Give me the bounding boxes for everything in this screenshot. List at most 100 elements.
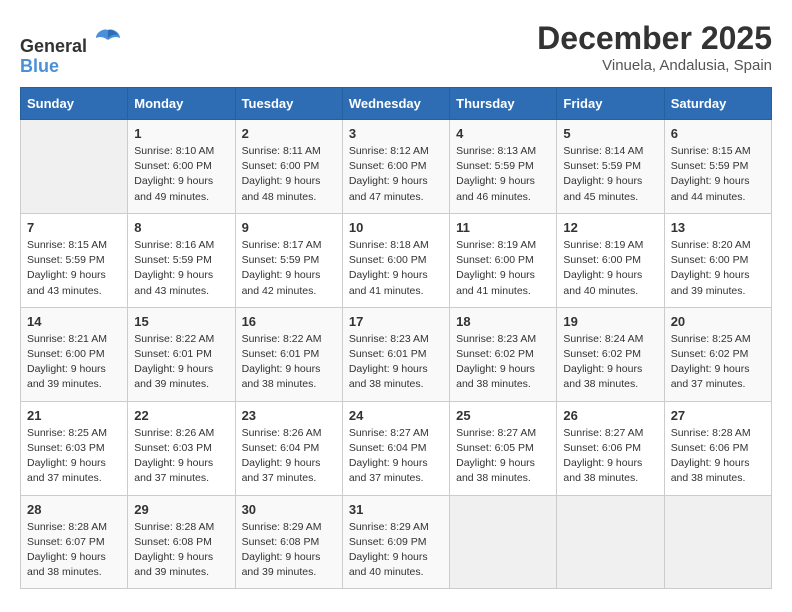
day-number: 28: [27, 502, 121, 517]
day-number: 24: [349, 408, 443, 423]
day-number: 31: [349, 502, 443, 517]
logo: General Blue: [20, 24, 122, 77]
day-number: 23: [242, 408, 336, 423]
day-info: Sunrise: 8:13 AM Sunset: 5:59 PM Dayligh…: [456, 144, 550, 205]
calendar-cell: 21 Sunrise: 8:25 AM Sunset: 6:03 PM Dayli…: [21, 401, 128, 495]
day-number: 21: [27, 408, 121, 423]
calendar-cell: 11Sunrise: 8:19 AM Sunset: 6:00 PM Dayli…: [450, 213, 557, 307]
calendar-cell: 24 Sunrise: 8:27 AM Sunset: 6:04 PM Dayli…: [342, 401, 449, 495]
calendar-cell: 22 Sunrise: 8:26 AM Sunset: 6:03 PM Dayli…: [128, 401, 235, 495]
day-info: Sunrise: 8:20 AM Sunset: 6:00 PM Dayligh…: [671, 238, 765, 299]
day-number: 26: [563, 408, 657, 423]
calendar-week-row: 1Sunrise: 8:10 AM Sunset: 6:00 PM Daylig…: [21, 120, 772, 214]
day-info: Sunrise: 8:27 AM Sunset: 6:05 PM Dayligh…: [456, 426, 550, 487]
day-info: Sunrise: 8:27 AM Sunset: 6:06 PM Dayligh…: [563, 426, 657, 487]
day-of-week-header: Monday: [128, 88, 235, 120]
day-number: 19: [563, 314, 657, 329]
day-number: 10: [349, 220, 443, 235]
calendar-week-row: 28 Sunrise: 8:28 AM Sunset: 6:07 PM Dayli…: [21, 495, 772, 589]
day-info: Sunrise: 8:29 AM Sunset: 6:09 PM Dayligh…: [349, 520, 443, 581]
day-info: Sunrise: 8:14 AM Sunset: 5:59 PM Dayligh…: [563, 144, 657, 205]
day-of-week-header: Tuesday: [235, 88, 342, 120]
calendar-table: SundayMondayTuesdayWednesdayThursdayFrid…: [20, 87, 772, 589]
day-info: Sunrise: 8:18 AM Sunset: 6:00 PM Dayligh…: [349, 238, 443, 299]
calendar-cell: 15 Sunrise: 8:22 AM Sunset: 6:01 PM Dayli…: [128, 307, 235, 401]
day-info: Sunrise: 8:28 AM Sunset: 6:06 PM Dayligh…: [671, 426, 765, 487]
day-of-week-header: Wednesday: [342, 88, 449, 120]
day-number: 12: [563, 220, 657, 235]
calendar-cell: 1Sunrise: 8:10 AM Sunset: 6:00 PM Daylig…: [128, 120, 235, 214]
calendar-cell: 4 Sunrise: 8:13 AM Sunset: 5:59 PM Daylig…: [450, 120, 557, 214]
day-number: 13: [671, 220, 765, 235]
day-info: Sunrise: 8:11 AM Sunset: 6:00 PM Dayligh…: [242, 144, 336, 205]
calendar-cell: 27 Sunrise: 8:28 AM Sunset: 6:06 PM Dayli…: [664, 401, 771, 495]
calendar-header-row: SundayMondayTuesdayWednesdayThursdayFrid…: [21, 88, 772, 120]
day-number: 5: [563, 126, 657, 141]
day-info: Sunrise: 8:28 AM Sunset: 6:07 PM Dayligh…: [27, 520, 121, 581]
calendar-week-row: 21 Sunrise: 8:25 AM Sunset: 6:03 PM Dayli…: [21, 401, 772, 495]
day-info: Sunrise: 8:19 AM Sunset: 6:00 PM Dayligh…: [563, 238, 657, 299]
day-info: Sunrise: 8:10 AM Sunset: 6:00 PM Dayligh…: [134, 144, 228, 205]
day-info: Sunrise: 8:25 AM Sunset: 6:03 PM Dayligh…: [27, 426, 121, 487]
day-number: 18: [456, 314, 550, 329]
day-info: Sunrise: 8:22 AM Sunset: 6:01 PM Dayligh…: [242, 332, 336, 393]
day-info: Sunrise: 8:26 AM Sunset: 6:03 PM Dayligh…: [134, 426, 228, 487]
calendar-week-row: 14Sunrise: 8:21 AM Sunset: 6:00 PM Dayli…: [21, 307, 772, 401]
calendar-cell: 25 Sunrise: 8:27 AM Sunset: 6:05 PM Dayli…: [450, 401, 557, 495]
calendar-cell: 29 Sunrise: 8:28 AM Sunset: 6:08 PM Dayli…: [128, 495, 235, 589]
calendar-cell: 9Sunrise: 8:17 AM Sunset: 5:59 PM Daylig…: [235, 213, 342, 307]
day-number: 7: [27, 220, 121, 235]
calendar-cell: 10 Sunrise: 8:18 AM Sunset: 6:00 PM Dayli…: [342, 213, 449, 307]
day-number: 27: [671, 408, 765, 423]
calendar-cell: 30 Sunrise: 8:29 AM Sunset: 6:08 PM Dayli…: [235, 495, 342, 589]
day-number: 30: [242, 502, 336, 517]
day-info: Sunrise: 8:27 AM Sunset: 6:04 PM Dayligh…: [349, 426, 443, 487]
calendar-cell: 12 Sunrise: 8:19 AM Sunset: 6:00 PM Dayli…: [557, 213, 664, 307]
calendar-cell: 26 Sunrise: 8:27 AM Sunset: 6:06 PM Dayli…: [557, 401, 664, 495]
logo-blue: Blue: [20, 57, 122, 77]
day-info: Sunrise: 8:25 AM Sunset: 6:02 PM Dayligh…: [671, 332, 765, 393]
day-info: Sunrise: 8:19 AM Sunset: 6:00 PM Dayligh…: [456, 238, 550, 299]
logo-text-general: General: [20, 36, 87, 56]
day-info: Sunrise: 8:21 AM Sunset: 6:00 PM Dayligh…: [27, 332, 121, 393]
logo-general: General: [20, 24, 122, 57]
calendar-cell: 23 Sunrise: 8:26 AM Sunset: 6:04 PM Dayli…: [235, 401, 342, 495]
logo-bird-icon: [94, 24, 122, 52]
day-number: 3: [349, 126, 443, 141]
calendar-cell: 16Sunrise: 8:22 AM Sunset: 6:01 PM Dayli…: [235, 307, 342, 401]
day-info: Sunrise: 8:26 AM Sunset: 6:04 PM Dayligh…: [242, 426, 336, 487]
calendar-cell: 13 Sunrise: 8:20 AM Sunset: 6:00 PM Dayli…: [664, 213, 771, 307]
day-number: 8: [134, 220, 228, 235]
day-number: 29: [134, 502, 228, 517]
day-number: 6: [671, 126, 765, 141]
day-info: Sunrise: 8:29 AM Sunset: 6:08 PM Dayligh…: [242, 520, 336, 581]
day-number: 15: [134, 314, 228, 329]
day-number: 4: [456, 126, 550, 141]
calendar-cell: 31 Sunrise: 8:29 AM Sunset: 6:09 PM Dayli…: [342, 495, 449, 589]
calendar-cell: [450, 495, 557, 589]
day-number: 17: [349, 314, 443, 329]
day-number: 22: [134, 408, 228, 423]
day-number: 25: [456, 408, 550, 423]
day-info: Sunrise: 8:16 AM Sunset: 5:59 PM Dayligh…: [134, 238, 228, 299]
calendar-cell: 8 Sunrise: 8:16 AM Sunset: 5:59 PM Daylig…: [128, 213, 235, 307]
calendar-body: 1Sunrise: 8:10 AM Sunset: 6:00 PM Daylig…: [21, 120, 772, 589]
day-number: 20: [671, 314, 765, 329]
day-of-week-header: Thursday: [450, 88, 557, 120]
calendar-cell: 7 Sunrise: 8:15 AM Sunset: 5:59 PM Daylig…: [21, 213, 128, 307]
day-of-week-header: Saturday: [664, 88, 771, 120]
month-title: December 2025: [537, 20, 772, 57]
calendar-week-row: 7 Sunrise: 8:15 AM Sunset: 5:59 PM Daylig…: [21, 213, 772, 307]
day-info: Sunrise: 8:22 AM Sunset: 6:01 PM Dayligh…: [134, 332, 228, 393]
day-info: Sunrise: 8:17 AM Sunset: 5:59 PM Dayligh…: [242, 238, 336, 299]
day-info: Sunrise: 8:24 AM Sunset: 6:02 PM Dayligh…: [563, 332, 657, 393]
day-info: Sunrise: 8:15 AM Sunset: 5:59 PM Dayligh…: [27, 238, 121, 299]
calendar-cell: 18Sunrise: 8:23 AM Sunset: 6:02 PM Dayli…: [450, 307, 557, 401]
calendar-cell: 14Sunrise: 8:21 AM Sunset: 6:00 PM Dayli…: [21, 307, 128, 401]
calendar-cell: [664, 495, 771, 589]
location-subtitle: Vinuela, Andalusia, Spain: [537, 57, 772, 74]
day-info: Sunrise: 8:28 AM Sunset: 6:08 PM Dayligh…: [134, 520, 228, 581]
calendar-cell: 5 Sunrise: 8:14 AM Sunset: 5:59 PM Daylig…: [557, 120, 664, 214]
calendar-cell: 17Sunrise: 8:23 AM Sunset: 6:01 PM Dayli…: [342, 307, 449, 401]
day-number: 2: [242, 126, 336, 141]
